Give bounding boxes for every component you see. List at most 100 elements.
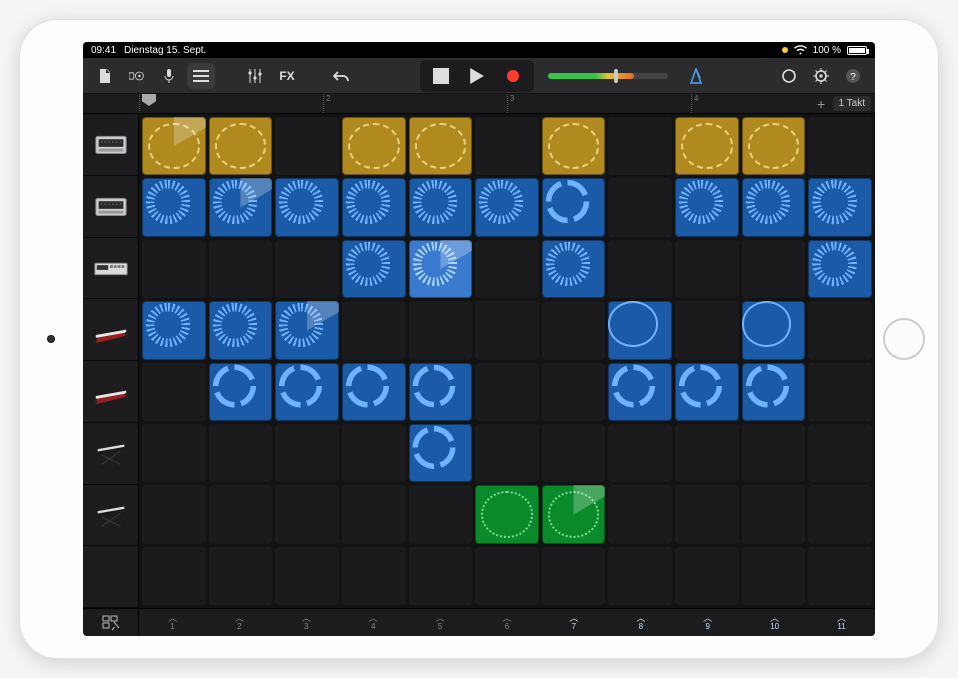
empty-cell[interactable] xyxy=(275,485,339,543)
loop-cell-blue[interactable] xyxy=(675,363,739,421)
track-header-drum-machine-2[interactable] xyxy=(83,176,138,238)
empty-cell[interactable] xyxy=(675,485,739,543)
empty-cell[interactable] xyxy=(675,424,739,482)
track-header-sampler[interactable] xyxy=(83,238,138,300)
empty-cell[interactable] xyxy=(742,485,806,543)
loop-cell-blue[interactable] xyxy=(742,178,806,236)
empty-cell[interactable] xyxy=(542,363,606,421)
empty-cell[interactable] xyxy=(608,547,672,605)
column-trigger-5[interactable]: ︿5 xyxy=(407,609,474,636)
empty-cell[interactable] xyxy=(275,547,339,605)
loop-cell-blue[interactable] xyxy=(342,178,406,236)
column-trigger-7[interactable]: ︿7 xyxy=(540,609,607,636)
loop-cell-blue[interactable] xyxy=(342,240,406,298)
column-trigger-10[interactable]: ︿10 xyxy=(741,609,808,636)
loop-cell-blue[interactable] xyxy=(342,363,406,421)
empty-cell[interactable] xyxy=(808,485,872,543)
empty-cell[interactable] xyxy=(808,547,872,605)
loop-cell-blue[interactable] xyxy=(742,301,806,359)
empty-cell[interactable] xyxy=(342,547,406,605)
settings-button[interactable] xyxy=(807,63,835,89)
loop-cell-blue[interactable] xyxy=(675,178,739,236)
home-button[interactable] xyxy=(883,318,925,360)
empty-cell[interactable] xyxy=(475,547,539,605)
loop-cell-blue[interactable] xyxy=(742,363,806,421)
loop-cell-blue[interactable] xyxy=(608,363,672,421)
loop-cell-blue[interactable] xyxy=(475,178,539,236)
column-trigger-11[interactable]: ︿11 xyxy=(808,609,875,636)
loop-cell-yellow[interactable] xyxy=(542,117,606,175)
empty-cell[interactable] xyxy=(608,178,672,236)
loop-cell-blue[interactable] xyxy=(409,363,473,421)
empty-cell[interactable] xyxy=(542,301,606,359)
empty-cell[interactable] xyxy=(675,301,739,359)
column-trigger-4[interactable]: ︿4 xyxy=(340,609,407,636)
empty-cell[interactable] xyxy=(542,424,606,482)
column-trigger-9[interactable]: ︿9 xyxy=(674,609,741,636)
empty-cell[interactable] xyxy=(608,240,672,298)
column-trigger-2[interactable]: ︿2 xyxy=(206,609,273,636)
empty-cell[interactable] xyxy=(742,240,806,298)
empty-cell[interactable] xyxy=(275,240,339,298)
empty-cell[interactable] xyxy=(409,485,473,543)
empty-cell[interactable] xyxy=(142,240,206,298)
empty-cell[interactable] xyxy=(142,547,206,605)
loop-browser-button[interactable] xyxy=(775,63,803,89)
metronome-button[interactable] xyxy=(682,63,710,89)
empty-cell[interactable] xyxy=(475,301,539,359)
empty-cell[interactable] xyxy=(608,424,672,482)
track-header-keys-red-2[interactable] xyxy=(83,361,138,423)
track-header-keys-red[interactable] xyxy=(83,299,138,361)
empty-cell[interactable] xyxy=(675,240,739,298)
empty-cell[interactable] xyxy=(475,363,539,421)
loop-cell-blue[interactable] xyxy=(608,301,672,359)
empty-cell[interactable] xyxy=(808,301,872,359)
empty-cell[interactable] xyxy=(209,240,273,298)
empty-cell[interactable] xyxy=(742,424,806,482)
fx-button[interactable]: FX xyxy=(273,63,301,89)
track-header-drum-machine-1[interactable] xyxy=(83,114,138,176)
empty-cell[interactable] xyxy=(142,424,206,482)
record-button[interactable] xyxy=(495,63,531,89)
loop-cell-yellow[interactable] xyxy=(342,117,406,175)
loop-cell-blue[interactable] xyxy=(142,178,206,236)
help-button[interactable]: ? xyxy=(839,63,867,89)
column-trigger-8[interactable]: ︿8 xyxy=(607,609,674,636)
play-button[interactable] xyxy=(459,63,495,89)
empty-cell[interactable] xyxy=(475,240,539,298)
empty-cell[interactable] xyxy=(808,363,872,421)
track-header-keys-stand-1[interactable] xyxy=(83,423,138,485)
empty-cell[interactable] xyxy=(808,117,872,175)
empty-cell[interactable] xyxy=(409,301,473,359)
loop-cell-yellow[interactable] xyxy=(142,117,206,175)
loop-cell-yellow[interactable] xyxy=(409,117,473,175)
loop-cell-blue[interactable] xyxy=(209,363,273,421)
volume-knob[interactable] xyxy=(614,69,618,83)
empty-cell[interactable] xyxy=(209,424,273,482)
empty-cell[interactable] xyxy=(342,301,406,359)
empty-cell[interactable] xyxy=(209,485,273,543)
loop-cell-blue[interactable] xyxy=(275,363,339,421)
empty-cell[interactable] xyxy=(142,363,206,421)
empty-cell[interactable] xyxy=(608,485,672,543)
add-section-button[interactable]: + xyxy=(813,96,829,112)
browser-button[interactable] xyxy=(123,63,151,89)
empty-cell[interactable] xyxy=(475,424,539,482)
column-trigger-6[interactable]: ︿6 xyxy=(474,609,541,636)
loop-cell-blue[interactable] xyxy=(142,301,206,359)
stop-button[interactable] xyxy=(423,63,459,89)
my-songs-button[interactable] xyxy=(91,63,119,89)
loop-cell-green[interactable] xyxy=(475,485,539,543)
loop-cell-green[interactable] xyxy=(542,485,606,543)
track-header-empty[interactable] xyxy=(83,546,138,608)
empty-cell[interactable] xyxy=(475,117,539,175)
undo-button[interactable] xyxy=(327,63,355,89)
loop-cell-yellow[interactable] xyxy=(209,117,273,175)
loop-cell-blue[interactable] xyxy=(275,178,339,236)
empty-cell[interactable] xyxy=(342,424,406,482)
loop-cell-blue[interactable] xyxy=(209,301,273,359)
loop-cell-yellow[interactable] xyxy=(742,117,806,175)
column-trigger-3[interactable]: ︿3 xyxy=(273,609,340,636)
empty-cell[interactable] xyxy=(275,424,339,482)
loop-cell-blue[interactable] xyxy=(808,178,872,236)
